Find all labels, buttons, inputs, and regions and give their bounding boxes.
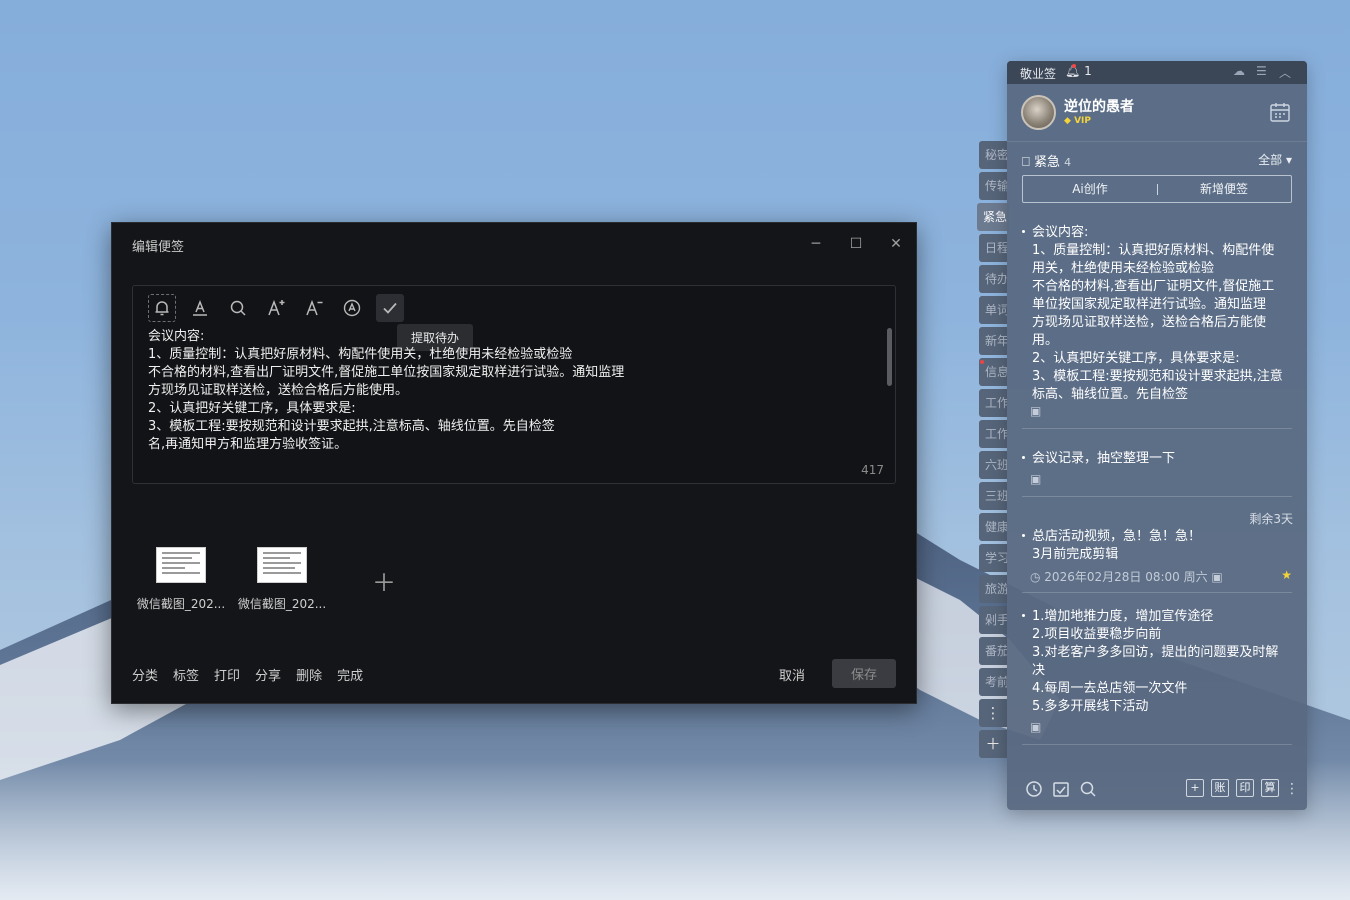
- tab-category[interactable]: 工作: [979, 420, 1007, 448]
- menu-icon[interactable]: ☰: [1256, 64, 1267, 78]
- attachment-item[interactable]: 微信截图_202...: [132, 547, 230, 612]
- more-options-icon[interactable]: ⋮: [1285, 779, 1305, 799]
- tab-category[interactable]: 日程: [979, 234, 1007, 262]
- editor-footer-actions: 分类 标签 打印 分享 删除 完成: [132, 665, 363, 684]
- font-increase-icon[interactable]: [262, 294, 290, 322]
- tab-category-active[interactable]: 紧急: [977, 203, 1009, 231]
- panel-titlebar: 敬业签 🔔︎ 1 ☁ ☰ ︿: [1007, 61, 1307, 84]
- star-icon[interactable]: ★: [1281, 568, 1292, 582]
- more-tabs-icon[interactable]: ⋮: [979, 699, 1007, 727]
- extract-todo-check-icon[interactable]: [376, 294, 404, 322]
- new-note-button[interactable]: 新增便签: [1157, 176, 1291, 202]
- add-note-button[interactable]: +: [1186, 779, 1204, 797]
- clock-icon[interactable]: [1024, 779, 1044, 799]
- tab-category[interactable]: 信息: [979, 358, 1007, 386]
- note-meta: ▣: [1030, 720, 1042, 734]
- note-item[interactable]: 总店活动视频，急！急！急！ 3月前完成剪辑 ◷ 2026年02月28日 08:0…: [1022, 528, 1292, 593]
- attachment-item[interactable]: 微信截图_202...: [233, 547, 331, 612]
- calculator-button[interactable]: 算: [1261, 779, 1279, 797]
- tag-button[interactable]: 标签: [173, 665, 199, 684]
- attachment-thumbnail: [156, 547, 206, 583]
- reminder-count[interactable]: 🔔︎ 1: [1065, 64, 1092, 78]
- tab-category[interactable]: 待办: [979, 265, 1007, 293]
- tab-category[interactable]: 传输: [979, 172, 1007, 200]
- share-button[interactable]: 分享: [255, 665, 281, 684]
- search-icon[interactable]: [1078, 779, 1098, 799]
- tab-category[interactable]: 新年: [979, 327, 1007, 355]
- note-reminder-meta: ◷ 2026年02月28日 08:00 周六 ▣ ★: [1030, 568, 1292, 584]
- note-text: 1.增加地推力度，增加宣传途径 2.项目收益要稳步向前 3.对老客户多多回访，提…: [1032, 609, 1279, 714]
- note-item[interactable]: 会议记录，抽空整理一下 ▣: [1022, 450, 1292, 497]
- search-icon[interactable]: [224, 294, 252, 322]
- account-book-button[interactable]: 账: [1211, 779, 1229, 797]
- note-content-text[interactable]: 会议内容: 1、质量控制：认真把好原材料、构配件使用关，杜绝使用未经检验或检验 …: [148, 328, 868, 454]
- current-category: ⎕ 紧急 4: [1022, 155, 1072, 170]
- tab-category[interactable]: 三班: [979, 482, 1007, 510]
- reminder-bell-icon[interactable]: [148, 294, 176, 322]
- note-editor[interactable]: 提取待办 会议内容: 1、质量控制：认真把好原材料、构配件使用关，杜绝使用未经检…: [132, 285, 896, 484]
- cancel-button[interactable]: 取消: [779, 665, 805, 684]
- category-button[interactable]: 分类: [132, 665, 158, 684]
- font-decrease-icon[interactable]: [300, 294, 328, 322]
- note-text: 会议记录，抽空整理一下: [1032, 451, 1176, 466]
- tab-category[interactable]: 六班: [979, 451, 1007, 479]
- tab-category[interactable]: 秘密: [979, 141, 1007, 169]
- tab-category[interactable]: 旅游: [979, 575, 1007, 603]
- note-meta: ▣: [1030, 404, 1042, 418]
- attachment-name: 微信截图_202...: [237, 597, 327, 611]
- tab-category[interactable]: 番茄: [979, 637, 1007, 665]
- edit-note-window: 编辑便签 ─ ☐ ✕ 提取待办 会议内容: 1、质量控制：认真把好原材料、构配件…: [111, 222, 917, 704]
- note-actions: Ai创作 新增便签: [1022, 175, 1292, 203]
- editor-scrollbar[interactable]: [887, 328, 892, 386]
- category-tabs: 秘密 传输 紧急 日程 待办 单词 新年 信息 工作 工作 六班 三班 健康 学…: [977, 141, 1009, 761]
- collapse-icon[interactable]: ︿: [1279, 64, 1291, 81]
- ai-create-button[interactable]: Ai创作: [1023, 176, 1157, 202]
- note-item[interactable]: 会议内容: 1、质量控制：认真把好原材料、构配件使 用关，杜绝使用未经检验或检验…: [1022, 224, 1292, 429]
- note-item[interactable]: 1.增加地推力度，增加宣传途径 2.项目收益要稳步向前 3.对老客户多多回访，提…: [1022, 608, 1292, 745]
- character-count: 417: [861, 463, 884, 477]
- print-button[interactable]: 打印: [214, 665, 240, 684]
- tab-category[interactable]: 健康: [979, 513, 1007, 541]
- todo-checkbox-icon[interactable]: [1051, 779, 1071, 799]
- avatar[interactable]: [1021, 95, 1056, 130]
- delete-button[interactable]: 删除: [296, 665, 322, 684]
- complete-button[interactable]: 完成: [337, 665, 363, 684]
- close-icon[interactable]: ✕: [884, 233, 908, 255]
- tab-category[interactable]: 学习: [979, 544, 1007, 572]
- tab-category[interactable]: 工作: [979, 389, 1007, 417]
- vip-badge: ◆ VIP: [1064, 116, 1091, 126]
- note-meta: ▣: [1030, 472, 1042, 486]
- user-name: 逆位的愚者: [1064, 99, 1134, 115]
- text-color-icon[interactable]: [186, 294, 214, 322]
- attachment-thumbnail: [257, 547, 307, 583]
- attachment-name: 微信截图_202...: [136, 597, 226, 611]
- add-category-icon[interactable]: ＋: [979, 730, 1007, 758]
- cloud-sync-icon[interactable]: ☁: [1233, 64, 1245, 78]
- remaining-days: 剩余3天: [1249, 512, 1293, 526]
- window-title: 编辑便签: [132, 240, 185, 255]
- calendar-icon[interactable]: [1269, 101, 1291, 123]
- reminder-date: 2026年02月28日 08:00 周六: [1044, 570, 1208, 584]
- tab-category[interactable]: 单词: [979, 296, 1007, 324]
- minimize-icon[interactable]: ─: [804, 233, 828, 255]
- add-attachment-icon[interactable]: ＋: [372, 563, 396, 598]
- app-name: 敬业签: [1020, 67, 1057, 81]
- note-text: 总店活动视频，急！急！急！ 3月前完成剪辑: [1032, 529, 1202, 562]
- maximize-icon[interactable]: ☐: [844, 233, 868, 255]
- print-button[interactable]: 印: [1236, 779, 1254, 797]
- unread-dot: [980, 360, 984, 364]
- panel-footer: + 账 印 算 ⋮: [1007, 775, 1307, 803]
- note-text: 会议内容: 1、质量控制：认真把好原材料、构配件使 用关，杜绝使用未经检验或检验…: [1032, 225, 1283, 400]
- ai-rewrite-icon[interactable]: [338, 294, 366, 322]
- tab-category[interactable]: 考前: [979, 668, 1007, 696]
- tab-category[interactable]: 剁手: [979, 606, 1007, 634]
- save-button[interactable]: 保存: [832, 659, 896, 688]
- note-panel: 敬业签 🔔︎ 1 ☁ ☰ ︿ 逆位的愚者 ◆ VIP ⎕ 紧急 4 全部 ▾ A…: [1007, 61, 1307, 810]
- filter-dropdown[interactable]: 全部 ▾: [1258, 151, 1292, 168]
